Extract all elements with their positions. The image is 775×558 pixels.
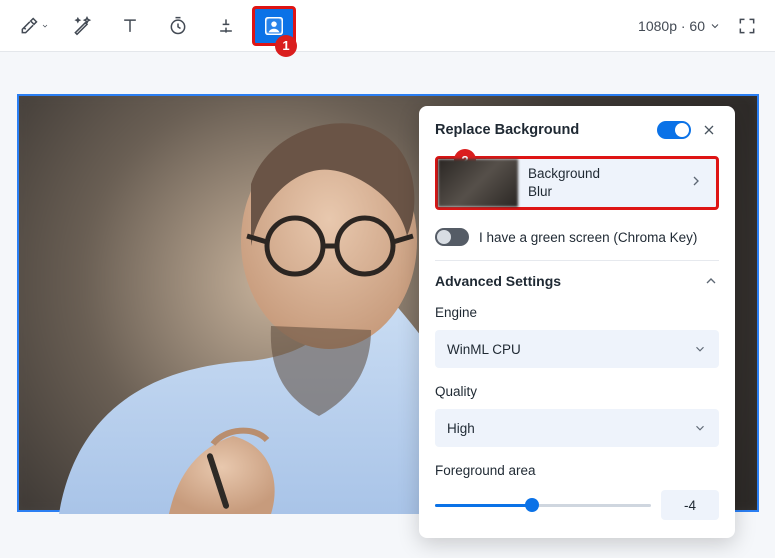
eyedropper-icon: [19, 16, 39, 36]
foreground-slider[interactable]: [435, 495, 651, 515]
adjust-icon: [216, 16, 236, 36]
engine-value: WinML CPU: [447, 342, 521, 357]
timer-tool[interactable]: [156, 6, 200, 46]
magic-wand-tool[interactable]: [60, 6, 104, 46]
engine-select[interactable]: WinML CPU: [435, 330, 719, 368]
foreground-slider-row: -4: [435, 490, 719, 520]
green-screen-label: I have a green screen (Chroma Key): [479, 230, 697, 245]
chevron-down-icon: [709, 20, 721, 32]
background-option-selector[interactable]: 2 Background Blur: [435, 156, 719, 210]
replace-background-tool[interactable]: 1: [252, 6, 296, 46]
resolution-selector[interactable]: 1080p · 60: [638, 18, 721, 34]
panel-title: Replace Background: [435, 122, 649, 138]
adjust-tool[interactable]: [204, 6, 248, 46]
chevron-down-icon: [41, 22, 49, 30]
background-option-chevron: [688, 173, 716, 194]
panel-header: Replace Background: [435, 120, 719, 140]
chevron-down-icon: [693, 421, 707, 435]
advanced-settings-label: Advanced Settings: [435, 273, 561, 289]
replace-background-panel: Replace Background 2 Background Blur I h…: [419, 106, 735, 538]
close-button[interactable]: [699, 120, 719, 140]
foreground-label: Foreground area: [435, 463, 719, 478]
green-screen-toggle[interactable]: [435, 228, 469, 246]
video-preview: Replace Background 2 Background Blur I h…: [17, 94, 759, 512]
chevron-right-icon: [688, 173, 704, 189]
fullscreen-icon: [737, 16, 757, 36]
toolbar: 1 1080p · 60: [0, 0, 775, 52]
quality-label: Quality: [435, 384, 719, 399]
text-tool[interactable]: [108, 6, 152, 46]
foreground-value: -4: [661, 490, 719, 520]
callout-badge-1: 1: [275, 35, 297, 57]
engine-label: Engine: [435, 305, 719, 320]
green-screen-row: I have a green screen (Chroma Key): [435, 228, 719, 246]
quality-value: High: [447, 421, 475, 436]
toolbar-right: 1080p · 60: [638, 10, 763, 42]
resolution-label: 1080p · 60: [638, 18, 705, 34]
chevron-up-icon: [703, 273, 719, 289]
chevron-down-icon: [693, 342, 707, 356]
eyedropper-tool[interactable]: [12, 6, 56, 46]
close-icon: [701, 122, 717, 138]
background-option-line1: Background: [528, 165, 688, 183]
advanced-settings-toggle[interactable]: Advanced Settings: [435, 260, 719, 289]
background-option-line2: Blur: [528, 183, 688, 201]
replace-background-icon: [263, 15, 285, 37]
quality-select[interactable]: High: [435, 409, 719, 447]
magic-wand-icon: [72, 16, 92, 36]
timer-icon: [168, 16, 188, 36]
enable-toggle[interactable]: [657, 121, 691, 139]
text-icon: [120, 16, 140, 36]
background-option-label: Background Blur: [518, 165, 688, 200]
fullscreen-button[interactable]: [731, 10, 763, 42]
background-thumbnail: [438, 159, 518, 207]
